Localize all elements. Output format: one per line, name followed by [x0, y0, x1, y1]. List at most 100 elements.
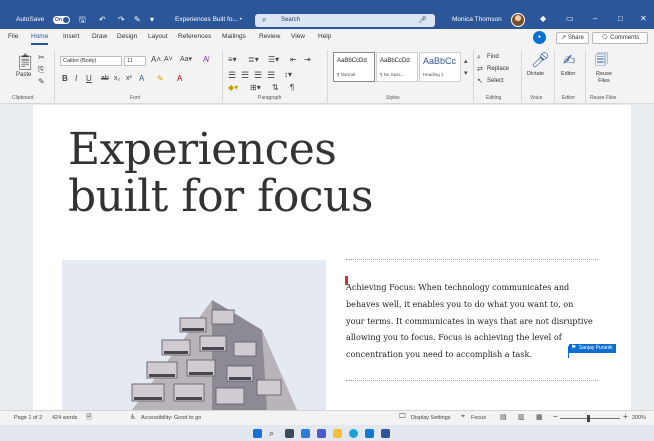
font-color-icon[interactable]: A — [177, 73, 182, 85]
document-title[interactable]: Experiences Built fo... • — [175, 16, 242, 23]
cut-icon[interactable]: ✂ — [38, 52, 45, 64]
tab-review[interactable]: Review — [259, 33, 280, 40]
bullets-icon[interactable]: ≡▾ — [228, 54, 237, 66]
print-layout-icon[interactable]: ▥ — [518, 413, 525, 421]
taskbar-search-icon[interactable]: ⌕ — [269, 429, 278, 438]
format-painter-icon[interactable]: ✎ — [134, 15, 141, 25]
user-name[interactable]: Monica Thomson — [452, 16, 502, 23]
minimize-icon[interactable]: – — [593, 14, 597, 24]
display-settings-label[interactable]: Display Settings — [411, 415, 450, 421]
line-spacing-icon[interactable]: ↕▾ — [284, 69, 292, 81]
change-case-icon[interactable]: Aa▾ — [180, 54, 192, 66]
coauthor-avatar[interactable]: ● — [533, 31, 546, 44]
clear-formatting-icon[interactable]: A̸ — [203, 54, 208, 66]
dictate-label[interactable]: Dictate — [527, 71, 544, 77]
ribbon-display-icon[interactable]: ▭ — [566, 14, 574, 24]
text-effects-icon[interactable]: A — [139, 73, 144, 85]
style-no-spacing[interactable]: AaBbCcDd ¶ No Spac... — [376, 52, 418, 82]
file-explorer-icon[interactable] — [333, 429, 342, 438]
borders-icon[interactable]: ⊞▾ — [250, 82, 261, 94]
store-icon[interactable] — [365, 429, 374, 438]
italic-icon[interactable]: I — [75, 73, 77, 85]
zoom-in-icon[interactable]: + — [623, 412, 628, 421]
web-layout-icon[interactable]: ▦ — [536, 413, 543, 421]
word-app-icon[interactable] — [381, 429, 390, 438]
focus-icon[interactable]: ⌖ — [461, 413, 465, 421]
replace-label[interactable]: Replace — [487, 66, 509, 72]
tab-design[interactable]: Design — [117, 33, 137, 40]
find-icon[interactable]: ⌕ — [477, 52, 481, 64]
select-label[interactable]: Select — [487, 78, 504, 84]
zoom-level[interactable]: 200% — [632, 415, 646, 421]
format-painter-icon[interactable]: ✎ — [38, 76, 45, 88]
read-mode-icon[interactable]: ▤ — [500, 413, 507, 421]
bold-icon[interactable]: B — [62, 73, 68, 85]
style-heading-1[interactable]: AaBbCc Heading 1 — [419, 52, 461, 82]
subscript-icon[interactable]: x₂ — [114, 73, 120, 85]
accessibility-status[interactable]: Accessibility: Good to go — [141, 415, 201, 421]
multilevel-list-icon[interactable]: ☰▾ — [268, 54, 279, 66]
dictate-icon[interactable]: 🎤︎ — [531, 52, 550, 69]
display-settings-icon[interactable]: 🖵︎ — [399, 413, 406, 421]
document-heading[interactable]: Experiences built for focus — [68, 126, 373, 220]
start-icon[interactable] — [253, 429, 262, 438]
chat-icon[interactable] — [317, 429, 326, 438]
highlight-icon[interactable]: ✎ — [157, 73, 164, 85]
page-count[interactable]: Page 1 of 2 — [14, 415, 42, 421]
body-paragraph[interactable]: Achieving Focus: When technology communi… — [346, 279, 594, 363]
redo-icon[interactable]: ↷ — [118, 15, 125, 25]
tab-references[interactable]: References — [178, 33, 211, 40]
undo-icon[interactable]: ↶ — [99, 15, 106, 25]
tab-draw[interactable]: Draw — [92, 33, 107, 40]
styles-gallery-more-icon[interactable]: ▴ ▾ — [464, 56, 468, 80]
share-button[interactable]: ↗ Share — [556, 32, 589, 44]
search-box[interactable]: ⌕ Search 🎤︎ — [255, 14, 435, 27]
sort-icon[interactable]: ⇅ — [272, 82, 279, 94]
avatar[interactable] — [511, 13, 525, 27]
save-icon[interactable]: 🖫 — [79, 15, 86, 25]
reuse-files-icon[interactable]: 🗐︎ — [595, 52, 608, 67]
shrink-font-icon[interactable]: A˅ — [164, 54, 173, 66]
increase-indent-icon[interactable]: ⇥ — [304, 54, 311, 66]
editor-label[interactable]: Editor — [561, 71, 575, 77]
tab-insert[interactable]: Insert — [63, 33, 79, 40]
task-view-icon[interactable] — [285, 429, 294, 438]
show-marks-icon[interactable]: ¶ — [290, 82, 294, 94]
underline-icon[interactable]: U — [86, 73, 92, 85]
select-icon[interactable]: ↖ — [477, 76, 483, 88]
tab-view[interactable]: View — [291, 33, 305, 40]
widgets-icon[interactable] — [301, 429, 310, 438]
superscript-icon[interactable]: x² — [126, 73, 132, 85]
building-photo[interactable] — [62, 260, 326, 410]
zoom-out-icon[interactable]: − — [553, 412, 558, 421]
grow-font-icon[interactable]: A˄ — [151, 54, 161, 66]
numbering-icon[interactable]: ≣▾ — [248, 54, 259, 66]
word-count[interactable]: 424 words — [52, 415, 77, 421]
align-left-icon[interactable]: ☰ — [228, 69, 236, 81]
diamond-icon[interactable]: ◆ — [540, 14, 546, 24]
reuse-files-label[interactable]: Reuse Files — [593, 71, 615, 85]
align-center-icon[interactable]: ☰ — [241, 69, 249, 81]
justify-icon[interactable]: ☰ — [267, 69, 275, 81]
customize-toolbar-icon[interactable]: ▾ — [150, 15, 154, 25]
zoom-slider[interactable] — [560, 418, 620, 419]
shading-icon[interactable]: ◆▾ — [228, 82, 238, 94]
zoom-slider-thumb[interactable] — [587, 415, 590, 422]
font-name-select[interactable]: Calibri (Body) — [60, 56, 122, 66]
edge-icon[interactable] — [349, 429, 358, 438]
comments-button[interactable]: 🗨︎ Comments — [592, 32, 648, 44]
microphone-icon[interactable]: 🎤︎ — [418, 16, 427, 24]
close-icon[interactable]: ✕ — [640, 14, 647, 24]
style-normal[interactable]: AaBbCcDd ¶ Normal — [333, 52, 375, 82]
paste-icon[interactable]: 📋︎ — [15, 54, 35, 72]
tab-help[interactable]: Help — [318, 33, 331, 40]
replace-icon[interactable]: ⇄ — [477, 64, 483, 76]
tab-file[interactable]: File — [8, 33, 18, 40]
font-size-select[interactable]: 11 — [124, 56, 146, 66]
tab-layout[interactable]: Layout — [148, 33, 168, 40]
tab-mailings[interactable]: Mailings — [222, 33, 246, 40]
proofing-icon[interactable]: 🗎︎ — [86, 413, 92, 424]
editor-icon[interactable]: ✍︎ — [563, 52, 576, 69]
maximize-icon[interactable]: □ — [618, 14, 623, 24]
accessibility-icon[interactable]: ♿︎ — [130, 413, 136, 421]
